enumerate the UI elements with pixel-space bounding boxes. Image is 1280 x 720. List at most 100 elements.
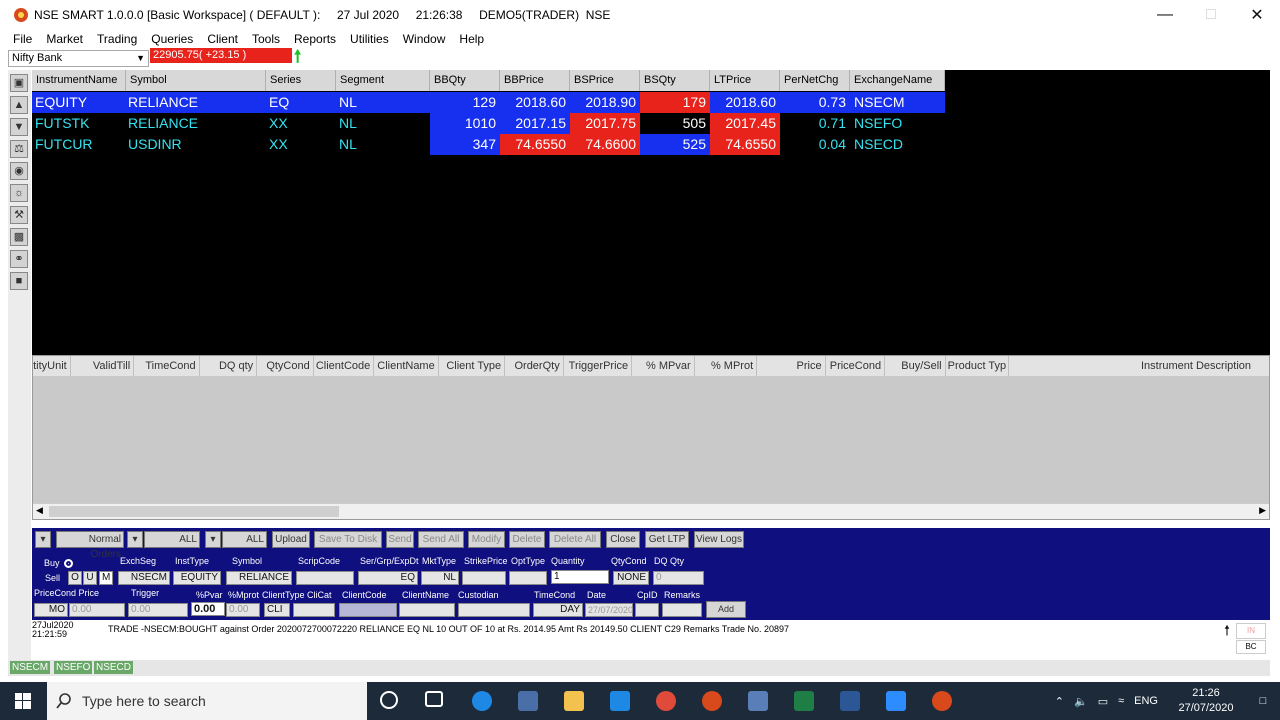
col-mpvar[interactable]: % MPvar [632,356,695,376]
menu-queries[interactable]: Queries [151,32,193,46]
menu-help[interactable]: Help [459,32,484,46]
close-button[interactable]: ✕ [1234,0,1280,30]
store-icon[interactable] [518,691,538,711]
opttype-field[interactable] [509,571,547,585]
buy-radio[interactable] [64,559,73,568]
qtycond-field[interactable]: NONE [613,571,649,585]
col-timecond[interactable]: TimeCond [134,356,200,376]
col-bbprice[interactable]: BBPrice [500,70,570,91]
get-ltp-button[interactable]: Get LTP [645,531,689,548]
col-dq-qty[interactable]: DQ qty [200,356,258,376]
symbol-field[interactable]: RELIANCE [226,571,292,585]
filter1-select[interactable]: ALL [144,531,200,548]
market-watch-icon[interactable]: ▣ [10,74,28,92]
strikeprice-field[interactable] [462,571,506,585]
tools-icon[interactable]: ⚒ [10,206,28,224]
col-quantity-unit[interactable]: tityUnit [33,356,71,376]
col-client-type[interactable]: Client Type [439,356,506,376]
edge-browser-icon[interactable] [472,691,492,711]
mprot-field[interactable]: 0.00 [226,603,260,617]
mail-icon[interactable] [610,691,630,711]
col-product-type[interactable]: Product Typ [946,356,1010,376]
close-orders-button[interactable]: Close [606,531,640,548]
col-price[interactable]: Price [757,356,826,376]
col-clientname[interactable]: ClientName [374,356,439,376]
volume-icon[interactable]: 🔈 [1074,695,1088,708]
bulb-icon[interactable]: ☼ [10,184,28,202]
col-validtill[interactable]: ValidTill [71,356,135,376]
market-watch-row[interactable]: FUTCUR USDINR XX NL 347 74.6550 74.6600 … [32,134,945,155]
minimize-button[interactable]: — [1142,0,1188,30]
col-buy-sell[interactable]: Buy/Sell [885,356,946,376]
excel-icon[interactable] [794,691,814,711]
file-explorer-icon[interactable] [564,691,584,711]
mkttype-field[interactable]: NL [421,571,459,585]
col-segment[interactable]: Segment [336,70,430,91]
wifi-icon[interactable]: ≈ [1118,695,1124,707]
cortana-icon[interactable] [380,691,398,709]
col-bsprice[interactable]: BSPrice [570,70,640,91]
menu-tools[interactable]: Tools [252,32,280,46]
clicat-field[interactable] [293,603,335,617]
word-icon[interactable] [840,691,860,711]
trigger-field[interactable]: 0.00 [128,603,188,617]
insttype-field[interactable]: EQUITY [173,571,221,585]
delete-all-button[interactable]: Delete All [549,531,601,548]
col-exchangename[interactable]: ExchangeName [850,70,945,91]
scales-icon[interactable]: ⚖ [10,140,28,158]
send-all-button[interactable]: Send All [418,531,464,548]
monitor-icon[interactable]: ▩ [10,228,28,246]
dqqty-field[interactable]: 0 [653,571,704,585]
send-button[interactable]: Send [386,531,414,548]
price-field[interactable]: 0.00 [69,603,125,617]
col-series[interactable]: Series [266,70,336,91]
col-orderqty[interactable]: OrderQty [505,356,564,376]
menu-file[interactable]: File [13,32,32,46]
nse-smart-taskbar-icon[interactable] [932,691,952,711]
calculator-icon[interactable] [748,691,768,711]
zoom-icon[interactable] [886,691,906,711]
sergrp-field[interactable]: EQ [358,571,418,585]
app-red-icon[interactable] [702,691,722,711]
tray-chevron-icon[interactable]: ⌃ [1055,695,1064,708]
remarks-field[interactable] [662,603,702,617]
col-clientcode[interactable]: ClientCode [314,356,375,376]
save-to-disk-button[interactable]: Save To Disk [314,531,382,548]
filter2-chevron-icon[interactable]: ▾ [205,531,221,548]
col-triggerprice[interactable]: TriggerPrice [564,356,633,376]
col-bbqty[interactable]: BBQty [430,70,500,91]
upload-button[interactable]: Upload [272,531,310,548]
filter2-select[interactable]: ALL [222,531,267,548]
maximize-button[interactable]: □ [1188,0,1234,30]
col-symbol[interactable]: Symbol [126,70,266,91]
battery-icon[interactable]: ▭ [1098,695,1108,708]
order-type-select[interactable]: Normal Orders [56,531,124,560]
index-select[interactable]: Nifty Bank ▼ [8,50,149,67]
buy-order-icon[interactable]: ▲ [10,96,28,114]
chrome-icon[interactable] [656,691,676,711]
segment-nsefo[interactable]: NSEFO [54,661,93,674]
scroll-right-icon[interactable]: ▶ [1259,505,1266,516]
notifications-icon[interactable]: □ [1246,695,1280,707]
taskbar-search-input[interactable]: Type here to search [47,682,367,720]
mode-o-toggle[interactable]: O [68,571,82,585]
delete-button[interactable]: Delete [509,531,545,548]
scroll-left-icon[interactable]: ◀ [36,505,43,516]
menu-utilities[interactable]: Utilities [350,32,389,46]
view-logs-button[interactable]: View Logs [694,531,744,548]
taskbar-clock[interactable]: 21:26 27/07/2020 [1166,686,1246,716]
market-watch-row[interactable]: FUTSTK RELIANCE XX NL 1010 2017.15 2017.… [32,113,945,134]
mode-u-toggle[interactable]: U [83,571,97,585]
scroll-thumb[interactable] [49,506,339,517]
exchseg-field[interactable]: NSECM [118,571,170,585]
clienttype-field[interactable]: CLI [264,603,290,617]
panel-dropdown-icon[interactable]: ▾ [35,531,51,548]
mode-m-toggle[interactable]: M [99,571,113,585]
date-field[interactable]: 27/07/2020 [585,603,633,617]
segment-nsecm[interactable]: NSECM [10,661,51,674]
start-button[interactable] [0,682,46,720]
col-instrumentname[interactable]: InstrumentName [32,70,126,91]
menu-trading[interactable]: Trading [97,32,137,46]
timecond-field[interactable]: DAY [533,603,583,617]
col-bsqty[interactable]: BSQty [640,70,710,91]
